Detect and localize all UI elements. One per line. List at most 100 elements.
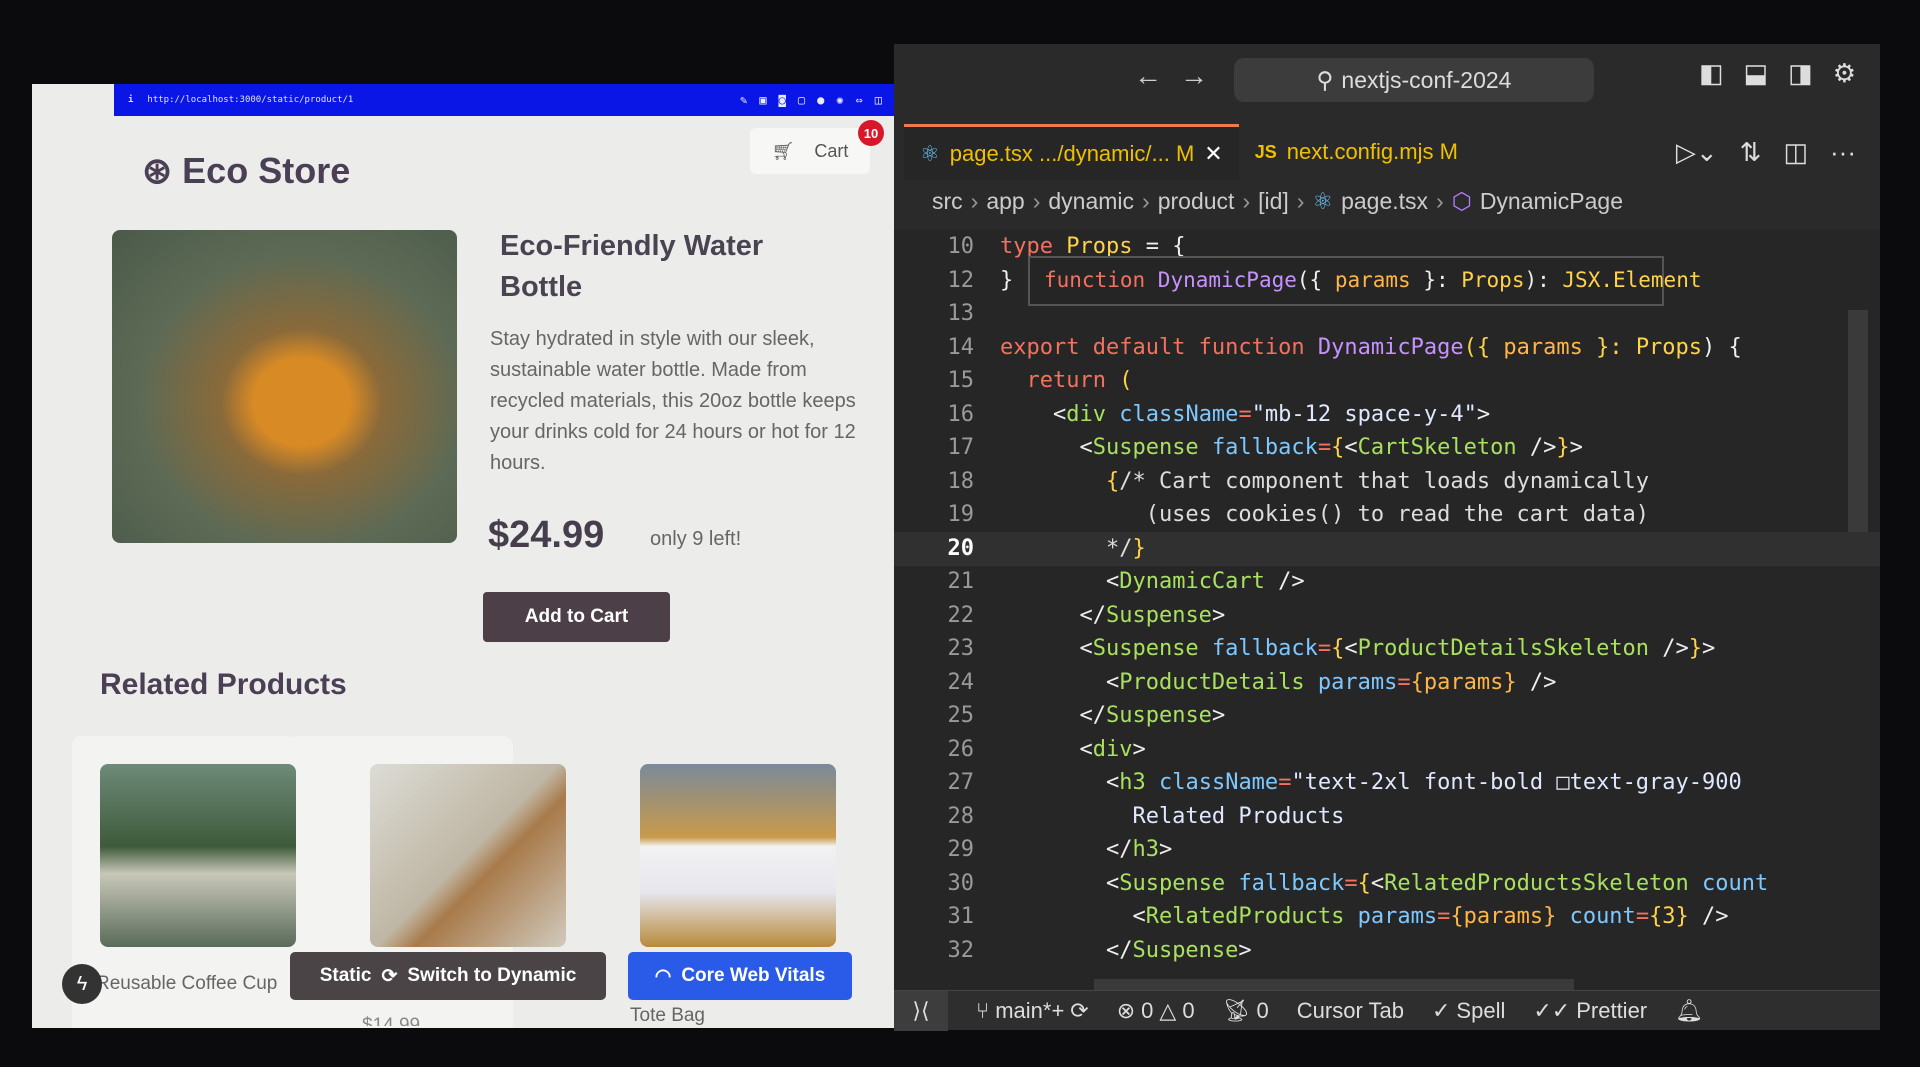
run-icon[interactable]: ▷⌄ <box>1676 137 1718 168</box>
related-product-name[interactable]: Reusable Coffee Cup <box>96 970 296 998</box>
line-number: 19 <box>947 502 975 527</box>
code-token: /* Cart component that loads dynamically <box>1119 468 1650 494</box>
code-line[interactable]: 16 <div className="mb-12 space-y-4"> <box>894 398 1880 432</box>
git-branch-icon: ⑂ <box>976 997 990 1023</box>
code-line[interactable]: 18 {/* Cart component that loads dynamic… <box>894 465 1880 499</box>
pin-icon[interactable]: ✎ <box>740 93 747 107</box>
code-token: ProductDetailsSkeleton <box>1357 636 1663 661</box>
prettier-status[interactable]: ✓✓ Prettier <box>1533 998 1647 1024</box>
code-line[interactable]: 27 <h3 className="text-2xl font-bold □te… <box>894 766 1880 800</box>
core-web-vitals-button[interactable]: ◠ Core Web Vitals <box>628 952 852 1000</box>
back-arrow-icon[interactable]: ← <box>1134 60 1180 91</box>
spell-status[interactable]: ✓ Spell <box>1432 998 1505 1024</box>
more-icon[interactable]: ··· <box>1830 137 1856 168</box>
code-token: </ <box>1000 703 1106 728</box>
add-to-cart-button[interactable]: Add to Cart <box>483 592 670 642</box>
breadcrumb-item[interactable]: product <box>1158 188 1235 215</box>
code-token: Suspense <box>1092 435 1212 460</box>
url-bar[interactable]: i http://localhost:3000/static/product/1… <box>114 84 894 116</box>
related-product-name[interactable]: Tote Bag <box>630 1002 705 1028</box>
breadcrumb-item[interactable]: dynamic <box>1048 188 1134 215</box>
compare-changes-icon[interactable]: ⇅ <box>1740 137 1762 168</box>
code-line[interactable]: 32 </Suspense> <box>894 934 1880 968</box>
code-line[interactable]: 28 Related Products <box>894 800 1880 834</box>
bell-icon[interactable]: 🔔︎ <box>1675 998 1703 1024</box>
breadcrumb-item[interactable]: app <box>986 188 1024 215</box>
window-icon[interactable]: ▢ <box>798 93 805 107</box>
toggle-panel-icon[interactable]: ⬓ <box>1744 58 1769 89</box>
settings-icon[interactable]: ✺ <box>836 93 843 107</box>
url-text[interactable]: http://localhost:3000/static/product/1 <box>147 95 353 105</box>
gear-icon[interactable]: ⚙ <box>1833 58 1856 89</box>
tab-next-config[interactable]: JS next.config.mjs M <box>1239 124 1474 180</box>
code-token: Props <box>1635 334 1703 360</box>
utensils-image[interactable] <box>370 764 566 947</box>
react-icon: ⚛ <box>920 140 940 166</box>
sync-icon[interactable]: ⇔ <box>856 93 863 107</box>
tab-page-tsx[interactable]: ⚛ page.tsx .../dynamic/... M ✕ <box>904 124 1239 180</box>
cursor-tab-status[interactable]: Cursor Tab <box>1297 998 1404 1024</box>
code-line[interactable]: 20 */} <box>894 531 1880 566</box>
line-number: 31 <box>947 904 975 929</box>
code-area[interactable]: function DynamicPage({ params }: Props):… <box>894 230 1880 995</box>
breadcrumb-item[interactable]: DynamicPage <box>1480 188 1623 215</box>
branch-status[interactable]: ⑂ main*+ ⟳ <box>976 998 1089 1024</box>
close-icon[interactable]: ✕ <box>1204 141 1222 167</box>
line-number: 18 <box>947 468 975 494</box>
code-line[interactable]: 31 <RelatedProducts params={params} coun… <box>894 900 1880 934</box>
forward-arrow-icon[interactable]: → <box>1180 60 1226 91</box>
breadcrumb-item[interactable]: [id] <box>1258 188 1289 215</box>
nextjs-dev-indicator-icon[interactable]: ϟ <box>62 964 102 1004</box>
cart-button[interactable]: 🛒︎ Cart <box>750 128 870 174</box>
code-token: > <box>1211 703 1226 728</box>
double-check-icon: ✓✓ <box>1533 997 1571 1023</box>
line-content: {/* Cart component that loads dynamicall… <box>1000 465 1649 499</box>
split-editor-icon[interactable]: ◫ <box>1783 137 1808 168</box>
vitals-label: Core Web Vitals <box>681 965 826 986</box>
store-logo[interactable]: ⊛ Eco Store <box>142 150 350 192</box>
info-icon[interactable]: i <box>128 95 133 105</box>
code-line[interactable]: 22 </Suspense> <box>894 599 1880 633</box>
problems-status[interactable]: ⊗ 0 △ 0 <box>1117 998 1195 1024</box>
contacts-icon[interactable]: ▣ <box>759 93 766 107</box>
tote-bag-image[interactable] <box>640 764 836 947</box>
command-center-search[interactable]: ⚲ nextjs-conf-2024 <box>1234 58 1594 102</box>
code-token: < <box>1000 569 1120 594</box>
code-line[interactable]: 14 export default function DynamicPage({ … <box>894 331 1880 365</box>
code-line[interactable]: 23 <Suspense fallback={<ProductDetailsSk… <box>894 632 1880 666</box>
line-number: 17 <box>947 435 975 460</box>
breadcrumb-item[interactable]: src <box>932 188 963 215</box>
coffee-cup-image[interactable] <box>100 764 296 947</box>
sidebar-icon[interactable]: ◫ <box>875 93 882 107</box>
ports-status[interactable]: 📡︎ 0 <box>1223 998 1269 1024</box>
code-line[interactable]: 26 <div> <box>894 733 1880 767</box>
line-content: <DynamicCart /> <box>1000 565 1305 599</box>
code-token: = <box>1397 669 1411 695</box>
code-line[interactable]: 17 <Suspense fallback={<CartSkeleton />}… <box>894 431 1880 465</box>
line-content: } <box>1000 264 1013 298</box>
code-line[interactable]: 21 <DynamicCart /> <box>894 565 1880 599</box>
toggle-secondary-sidebar-icon[interactable]: ◨ <box>1788 58 1813 89</box>
code-line[interactable]: 15 return ( <box>894 364 1880 398</box>
code-token: ProductDetails <box>1119 669 1318 695</box>
code-line[interactable]: 25 </Suspense> <box>894 699 1880 733</box>
camera-icon[interactable]: ◙ <box>779 93 786 107</box>
toggle-sidebar-icon[interactable]: ◧ <box>1699 58 1724 89</box>
globe-icon[interactable]: ● <box>817 93 824 107</box>
code-token: { <box>1331 435 1345 460</box>
remote-icon[interactable]: ⟩⟨ <box>894 990 948 1031</box>
code-line[interactable]: 19 (uses cookies() to read the cart data… <box>894 498 1880 532</box>
breadcrumb-item[interactable]: page.tsx <box>1341 188 1428 215</box>
line-number: 25 <box>947 703 975 728</box>
code-line[interactable]: 29 </h3> <box>894 833 1880 867</box>
code-token: > <box>1702 636 1716 661</box>
related-product-price: $14.99 <box>362 1015 421 1026</box>
render-mode-toggle[interactable]: Static ⟳ Switch to Dynamic <box>290 952 606 1000</box>
product-description: Stay hydrated in style with our sleek, s… <box>490 328 856 474</box>
code-token: fallback <box>1211 636 1318 661</box>
code-token: </ <box>1000 837 1133 862</box>
code-line[interactable]: 24 <ProductDetails params={params} /> <box>894 666 1880 700</box>
code-line[interactable]: 30 <Suspense fallback={<RelatedProductsS… <box>894 867 1880 901</box>
code-token: = <box>1317 435 1332 460</box>
line-content: <Suspense fallback={<RelatedProductsSkel… <box>1000 867 1768 901</box>
